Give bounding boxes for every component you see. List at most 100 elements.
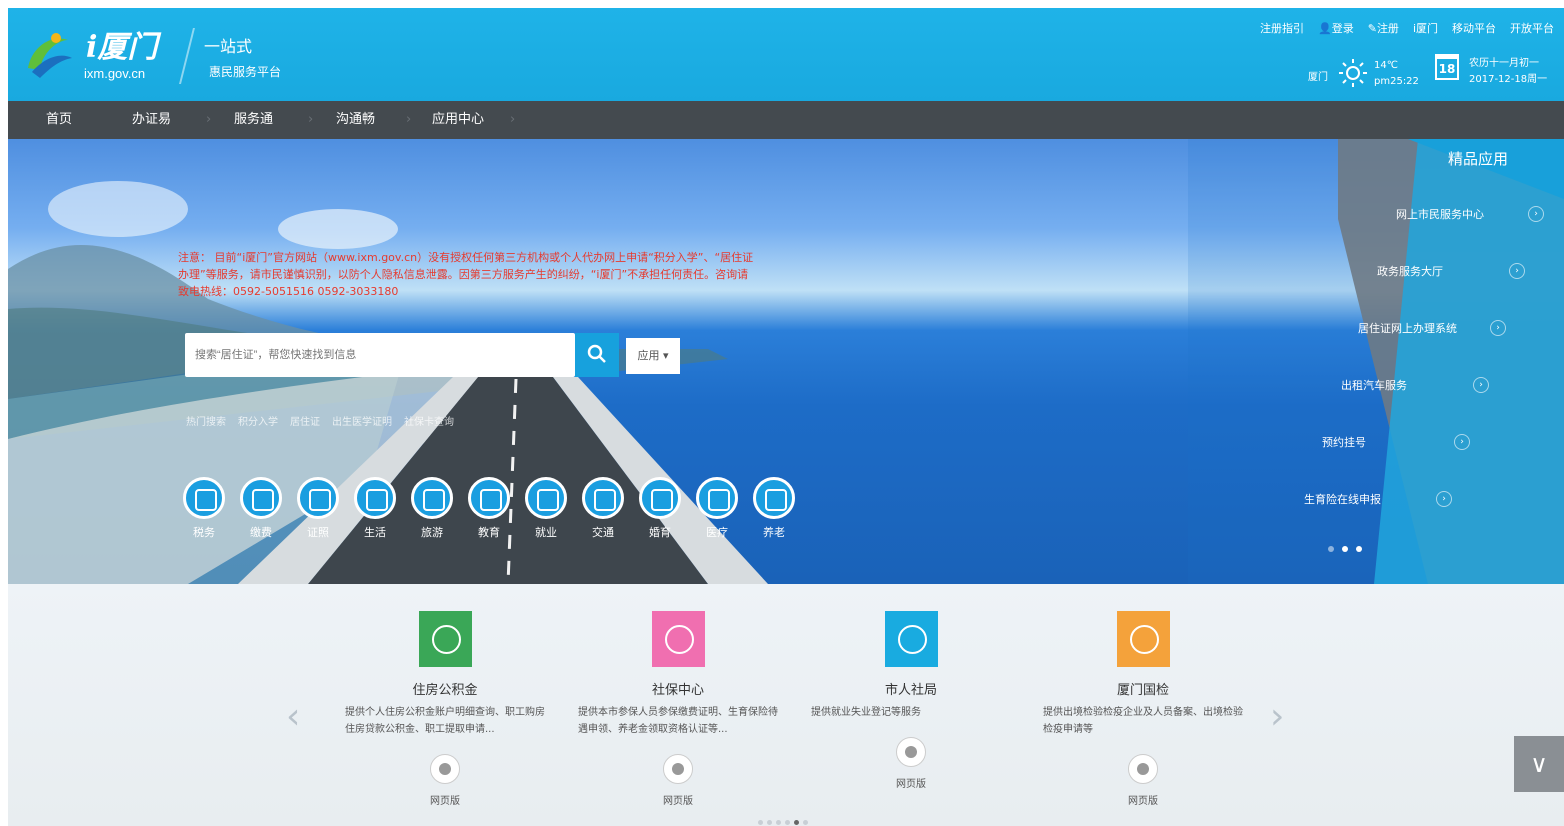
featured-item-residence-permit[interactable]: 居住证网上办理系统	[1358, 320, 1457, 336]
category-label: 就业	[535, 526, 557, 539]
logo-icon[interactable]	[22, 28, 74, 80]
web-version-icon[interactable]	[430, 754, 460, 784]
nav-separator: ›	[206, 112, 212, 127]
register-link[interactable]: ✎注册	[1368, 20, 1399, 36]
pagination-dot[interactable]	[803, 820, 808, 825]
pagination-dot[interactable]	[767, 820, 772, 825]
category-transport[interactable]: 交通	[579, 477, 627, 540]
ixm-link[interactable]: i厦门	[1413, 20, 1438, 36]
category-tax[interactable]: 税务	[180, 477, 228, 540]
hot-word[interactable]: 积分入学	[238, 413, 278, 428]
hot-word[interactable]: 出生医学证明	[332, 413, 392, 428]
mobile-platform-link[interactable]: 移动平台	[1452, 20, 1496, 36]
travel-icon	[411, 477, 453, 519]
arrow-right-icon[interactable]: ›	[1436, 491, 1452, 507]
weather-city: 厦门	[1308, 72, 1328, 83]
arrow-right-icon[interactable]: ›	[1528, 206, 1544, 222]
card-description: 提供就业失业登记等服务	[811, 707, 921, 718]
featured-pagination	[1328, 546, 1362, 552]
search-category-select[interactable]: 应用 ▾	[626, 338, 680, 374]
category-travel[interactable]: 旅游	[408, 477, 456, 540]
register-label: 注册	[1376, 22, 1399, 35]
category-label: 证照	[307, 526, 329, 539]
service-card[interactable]: 市人社局 提供就业失业登记等服务 网页版	[796, 584, 1026, 826]
elderly-icon	[753, 477, 795, 519]
featured-item-citizen-center[interactable]: 网上市民服务中心	[1396, 206, 1484, 222]
weather-pm: pm25:22	[1374, 76, 1419, 87]
pagination-dot[interactable]	[794, 820, 799, 825]
pagination-dot[interactable]	[758, 820, 763, 825]
search-input[interactable]	[185, 333, 585, 377]
featured-item-taxi[interactable]: 出租汽车服务	[1341, 377, 1407, 393]
notice-text: 注意： 目前“i厦门”官方网站（www.ixm.gov.cn）没有授权任何第三方…	[178, 251, 754, 298]
tax-icon	[183, 477, 225, 519]
slogan-subtitle: 惠民服务平台	[209, 65, 282, 79]
card-web-link[interactable]: 网页版	[796, 775, 1026, 790]
hot-search-words: 热门搜索 积分入学 居住证 出生医学证明 社保卡查询	[186, 413, 454, 428]
category-life[interactable]: 生活	[351, 477, 399, 540]
card-web-link[interactable]: 网页版	[330, 792, 560, 807]
service-card[interactable]: 住房公积金 提供个人住房公积金账户明细查询、职工购房住房贷款公积金、职工提取申请…	[330, 584, 560, 826]
card-web-link[interactable]: 网页版	[563, 792, 793, 807]
service-card[interactable]: 社保中心 提供本市参保人员参保缴费证明、生育保险待遇申领、养老金领取资格认证等.…	[563, 584, 793, 826]
featured-item-gov-hall[interactable]: 政务服务大厅	[1377, 263, 1443, 279]
category-icons: 税务 缴费 证照 生活 旅游 教育 就业 交通 婚育 医疗 养老	[180, 477, 798, 540]
pagination-dot[interactable]	[1342, 546, 1348, 552]
chevron-left-icon[interactable]: ‹	[286, 696, 300, 737]
logo-text[interactable]: i厦门	[86, 22, 157, 66]
category-label: 旅游	[421, 526, 443, 539]
login-link[interactable]: 👤登录	[1318, 20, 1354, 36]
search-icon	[587, 344, 606, 363]
open-platform-link[interactable]: 开放平台	[1510, 20, 1554, 36]
arrow-right-icon[interactable]: ›	[1490, 320, 1506, 336]
featured-title: 精品应用	[1448, 150, 1509, 168]
category-medical[interactable]: 医疗	[693, 477, 741, 540]
payment-icon	[240, 477, 282, 519]
chevron-right-icon[interactable]: ›	[1270, 696, 1284, 737]
scroll-down-button[interactable]: ∨	[1514, 736, 1564, 792]
arrow-right-icon[interactable]: ›	[1509, 263, 1525, 279]
pagination-dot[interactable]	[1356, 546, 1362, 552]
featured-item-maternity[interactable]: 生育险在线申报	[1304, 491, 1381, 507]
featured-item-appointment[interactable]: 预约挂号	[1322, 434, 1366, 450]
category-education[interactable]: 教育	[465, 477, 513, 540]
pagination-dot[interactable]	[785, 820, 790, 825]
card-title: 社保中心	[651, 683, 704, 698]
category-payment[interactable]: 缴费	[237, 477, 285, 540]
category-label: 税务	[193, 526, 215, 539]
nav-app-center[interactable]: 应用中心	[432, 101, 484, 139]
category-pension[interactable]: 养老	[750, 477, 798, 540]
arrow-right-icon[interactable]: ›	[1473, 377, 1489, 393]
card-description: 提供本市参保人员参保缴费证明、生育保险待遇申领、养老金领取资格认证等...	[578, 707, 778, 735]
hot-word[interactable]: 居住证	[290, 413, 320, 428]
arrow-right-icon[interactable]: ›	[1454, 434, 1470, 450]
nav-communication[interactable]: 沟通畅	[336, 101, 375, 139]
category-family[interactable]: 婚育	[636, 477, 684, 540]
nav-certificates[interactable]: 办证易	[132, 101, 171, 139]
medical-icon	[696, 477, 738, 519]
service-card[interactable]: 厦门国检 提供出境检验检疫企业及人员备案、出境检验检疫申请等 网页版	[1028, 584, 1258, 826]
hot-word[interactable]: 社保卡查询	[404, 413, 454, 428]
web-version-icon[interactable]	[896, 737, 926, 767]
pagination-dot[interactable]	[1328, 546, 1334, 552]
search-button[interactable]	[575, 333, 619, 377]
register-guide-link[interactable]: 注册指引	[1260, 20, 1304, 36]
pagination-dot[interactable]	[776, 820, 781, 825]
cards-pagination	[758, 820, 808, 825]
search-box	[185, 333, 585, 377]
web-version-icon[interactable]	[1128, 754, 1158, 784]
card-web-link[interactable]: 网页版	[1028, 792, 1258, 807]
hr-bureau-icon	[884, 611, 938, 667]
inspection-icon	[1116, 611, 1170, 667]
nav-home[interactable]: 首页	[46, 101, 72, 139]
service-cards-area: 住房公积金 提供个人住房公积金账户明细查询、职工购房住房贷款公积金、职工提取申请…	[8, 584, 1564, 826]
nav-services[interactable]: 服务通	[234, 101, 273, 139]
nav-separator: ›	[308, 112, 314, 127]
nav-separator: ›	[406, 112, 412, 127]
web-version-icon[interactable]	[663, 754, 693, 784]
category-label: 交通	[592, 526, 614, 539]
card-title: 市人社局	[884, 683, 937, 698]
category-license[interactable]: 证照	[294, 477, 342, 540]
category-employment[interactable]: 就业	[522, 477, 570, 540]
main-nav: 首页 办证易 › 服务通 › 沟通畅 › 应用中心 ›	[8, 101, 1564, 139]
